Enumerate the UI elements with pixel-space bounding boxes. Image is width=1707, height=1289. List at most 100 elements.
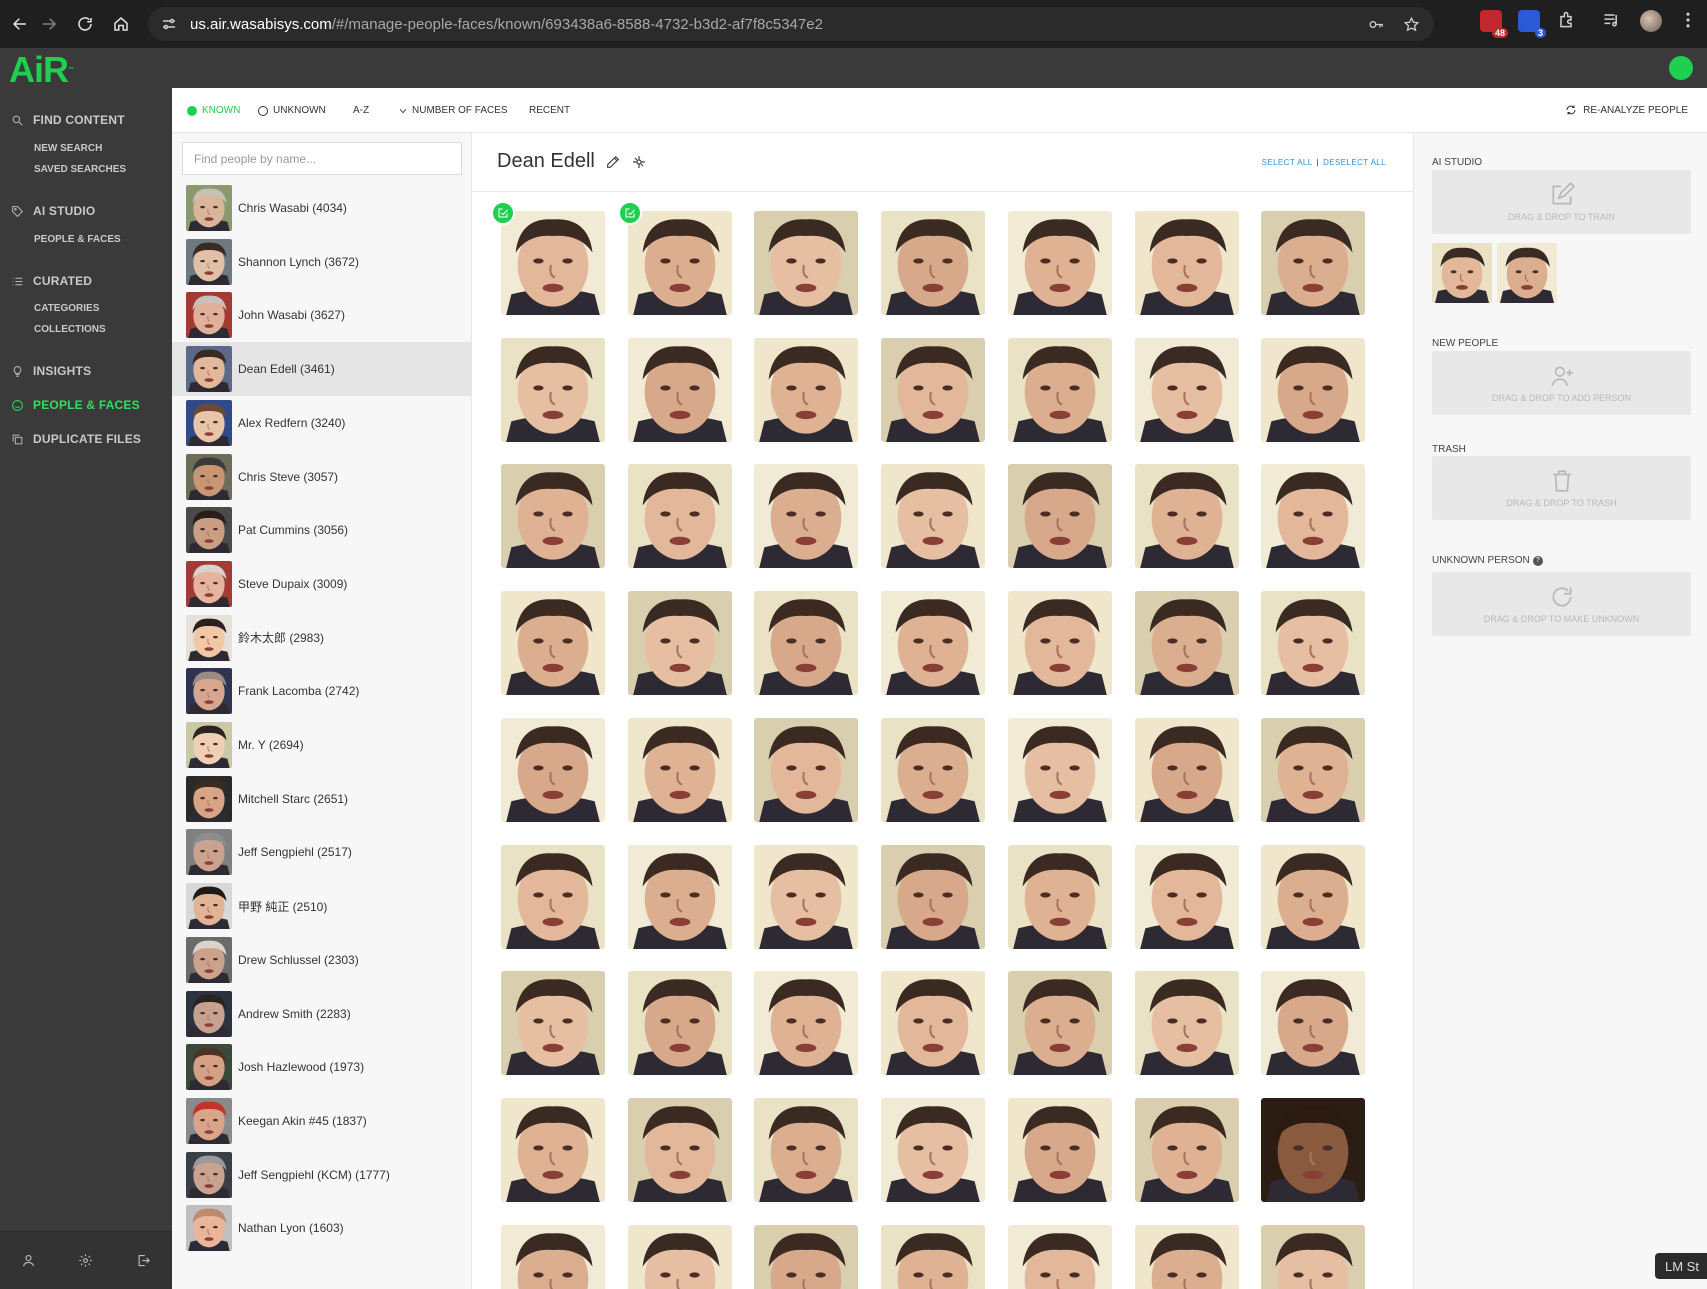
sort-recent[interactable]: RECENT xyxy=(529,105,570,116)
extension-shield-icon[interactable]: 3 xyxy=(1518,10,1546,38)
face-thumbnail[interactable] xyxy=(627,844,732,949)
face-thumbnail[interactable] xyxy=(1007,717,1112,822)
face-thumbnail[interactable] xyxy=(881,844,986,949)
profile-avatar[interactable] xyxy=(1640,10,1662,32)
nav-find-content[interactable]: FIND CONTENT xyxy=(11,113,125,127)
face-thumbnail[interactable] xyxy=(501,1224,605,1289)
person-row[interactable]: Frank Lacomba (2742) xyxy=(172,664,471,718)
face-thumbnail[interactable] xyxy=(627,464,732,569)
person-row[interactable]: Chris Wasabi (4034) xyxy=(172,181,471,235)
person-row[interactable]: Dean Edell (3461) xyxy=(172,342,471,397)
help-icon[interactable]: ? xyxy=(1532,555,1543,566)
face-thumbnail[interactable] xyxy=(1007,1097,1112,1202)
person-row[interactable]: Alex Redfern (3240) xyxy=(172,396,471,450)
person-row[interactable]: Keegan Akin #45 (1837) xyxy=(172,1094,471,1148)
face-thumbnail[interactable] xyxy=(627,1224,732,1289)
face-thumbnail[interactable] xyxy=(881,1097,986,1202)
face-thumbnail[interactable] xyxy=(501,591,605,696)
nav-ai-studio[interactable]: AI STUDIO xyxy=(11,204,95,218)
face-thumbnail[interactable] xyxy=(881,211,986,315)
face-thumbnail[interactable] xyxy=(754,337,859,442)
nav-insights[interactable]: INSIGHTS xyxy=(11,364,91,378)
nav-saved-searches[interactable]: SAVED SEARCHES xyxy=(34,164,126,175)
person-row[interactable]: Nathan Lyon (1603) xyxy=(172,1201,471,1255)
face-thumbnail[interactable] xyxy=(754,1097,859,1202)
address-bar[interactable]: us.air.wasabisys.com/#/manage-people-fac… xyxy=(148,7,1434,41)
nav-duplicate-files[interactable]: DUPLICATE FILES xyxy=(11,432,141,446)
filter-known[interactable]: KNOWN xyxy=(187,105,240,116)
face-thumbnail[interactable] xyxy=(1261,1224,1366,1289)
face-thumbnail[interactable] xyxy=(881,971,986,1076)
add-person-drop-zone[interactable]: DRAG & DROP TO ADD PERSON xyxy=(1432,351,1691,415)
face-thumbnail[interactable] xyxy=(1261,1097,1366,1202)
deselect-all-link[interactable]: DESELECT ALL xyxy=(1323,158,1386,167)
person-row[interactable]: Shannon Lynch (3672) xyxy=(172,235,471,289)
face-thumbnail[interactable] xyxy=(881,717,986,822)
person-row[interactable]: 鈴木太郎 (2983) xyxy=(172,611,471,665)
home-icon[interactable] xyxy=(103,6,139,42)
nav-collections[interactable]: COLLECTIONS xyxy=(34,324,106,335)
merge-nodes-icon[interactable] xyxy=(631,154,647,170)
key-icon[interactable] xyxy=(1368,16,1385,33)
face-thumbnail[interactable] xyxy=(1007,971,1112,1076)
face-thumbnail[interactable] xyxy=(1134,1224,1239,1289)
site-settings-icon[interactable] xyxy=(160,15,178,33)
face-thumbnail[interactable] xyxy=(627,591,732,696)
face-thumbnail[interactable] xyxy=(627,211,732,315)
corner-tag[interactable]: LM St xyxy=(1655,1253,1707,1279)
face-thumbnail[interactable] xyxy=(881,591,986,696)
face-thumbnail[interactable] xyxy=(501,717,605,822)
face-thumbnail[interactable] xyxy=(754,844,859,949)
nav-people-faces[interactable]: PEOPLE & FACES xyxy=(11,398,140,412)
reload-icon[interactable] xyxy=(67,6,103,42)
face-thumbnail[interactable] xyxy=(754,717,859,822)
face-thumbnail[interactable] xyxy=(754,971,859,1076)
app-logo[interactable]: AiR™ xyxy=(9,50,74,90)
face-thumbnail[interactable] xyxy=(1007,337,1112,442)
face-thumbnail[interactable] xyxy=(1134,844,1239,949)
person-row[interactable]: Chris Steve (3057) xyxy=(172,450,471,504)
face-thumbnail[interactable] xyxy=(1261,337,1366,442)
person-row[interactable]: Mitchell Starc (2651) xyxy=(172,772,471,826)
sort-az[interactable]: A-Z xyxy=(353,105,369,116)
nav-new-search[interactable]: NEW SEARCH xyxy=(34,143,102,154)
person-row[interactable]: Steve Dupaix (3009) xyxy=(172,557,471,611)
browser-menu-icon[interactable] xyxy=(1678,10,1700,32)
trash-drop-zone[interactable]: DRAG & DROP TO TRASH xyxy=(1432,456,1691,520)
status-indicator[interactable] xyxy=(1669,56,1693,80)
nav-people-faces-sub[interactable]: PEOPLE & FACES xyxy=(34,234,121,245)
face-thumbnail[interactable] xyxy=(1007,844,1112,949)
logout-icon[interactable] xyxy=(136,1253,151,1268)
face-thumbnail[interactable] xyxy=(1261,211,1366,315)
filter-unknown[interactable]: UNKNOWN xyxy=(258,105,326,116)
face-thumbnail[interactable] xyxy=(754,1224,859,1289)
gear-icon[interactable] xyxy=(78,1253,93,1268)
face-thumbnail[interactable] xyxy=(881,337,986,442)
reanalyze-people-button[interactable]: RE-ANALYZE PEOPLE xyxy=(1565,104,1688,116)
extension-red-icon[interactable]: 48 xyxy=(1480,10,1508,38)
face-thumbnail[interactable] xyxy=(754,591,859,696)
face-thumbnail[interactable] xyxy=(1007,464,1112,569)
face-thumbnail[interactable] xyxy=(1134,337,1239,442)
user-icon[interactable] xyxy=(21,1253,36,1268)
person-row[interactable]: Andrew Smith (2283) xyxy=(172,987,471,1041)
face-thumbnail[interactable] xyxy=(1007,1224,1112,1289)
face-thumbnail[interactable] xyxy=(1261,591,1366,696)
face-thumbnail[interactable] xyxy=(1134,971,1239,1076)
face-thumbnail[interactable] xyxy=(627,337,732,442)
face-thumbnail[interactable] xyxy=(1007,211,1112,315)
nav-curated[interactable]: CURATED xyxy=(11,274,92,288)
person-row[interactable]: 甲野 純正 (2510) xyxy=(172,879,471,933)
pencil-icon[interactable] xyxy=(605,154,621,170)
face-thumbnail[interactable] xyxy=(1134,464,1239,569)
face-thumbnail[interactable] xyxy=(1134,211,1239,315)
face-thumbnail[interactable] xyxy=(501,337,605,442)
people-search-input[interactable] xyxy=(182,142,462,175)
person-row[interactable]: Josh Hazlewood (1973) xyxy=(172,1040,471,1094)
person-row[interactable]: Jeff Sengpiehl (KCM) (1777) xyxy=(172,1148,471,1202)
face-thumbnail[interactable] xyxy=(501,211,605,315)
media-queue-icon[interactable] xyxy=(1602,10,1624,32)
face-thumbnail[interactable] xyxy=(881,464,986,569)
person-row[interactable]: Pat Cummins (3056) xyxy=(172,503,471,557)
forward-icon[interactable] xyxy=(31,6,67,42)
